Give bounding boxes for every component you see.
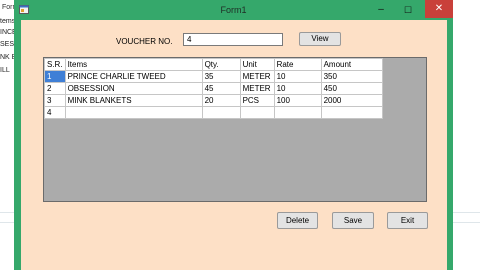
cell-sr[interactable]: 3: [44, 94, 66, 107]
column-header-qty[interactable]: Qty.: [201, 58, 241, 71]
column-header-items[interactable]: Items: [64, 58, 203, 71]
divider: [452, 222, 480, 223]
title-bar[interactable]: Form1 – ☐ ✕: [14, 0, 453, 20]
cell-unit[interactable]: METER: [239, 70, 275, 83]
maximize-button[interactable]: ☐: [400, 3, 416, 17]
cell-rate[interactable]: [273, 106, 322, 119]
cell-amount[interactable]: 450: [320, 82, 383, 95]
cell-rate[interactable]: 10: [273, 82, 322, 95]
cell-item[interactable]: MINK BLANKETS: [64, 94, 203, 107]
background-item: tems: [0, 18, 16, 25]
cell-item[interactable]: OBSESSION: [64, 82, 203, 95]
cell-rate[interactable]: 10: [273, 70, 322, 83]
minimize-button[interactable]: –: [373, 3, 389, 17]
form-window: Form1 – ☐ ✕ VOUCHER NO. 4 View S.R. Item…: [14, 0, 453, 270]
view-button[interactable]: View: [299, 32, 341, 46]
exit-button[interactable]: Exit: [387, 212, 428, 229]
cell-unit[interactable]: METER: [239, 82, 275, 95]
cell-qty[interactable]: 20: [201, 94, 241, 107]
cell-rate[interactable]: 100: [273, 94, 322, 107]
background-item: ILL: [0, 67, 10, 74]
column-header-amount[interactable]: Amount: [320, 58, 383, 71]
cell-qty[interactable]: 45: [201, 82, 241, 95]
column-header-unit[interactable]: Unit: [239, 58, 275, 71]
voucher-label: VOUCHER NO.: [116, 37, 173, 46]
cell-unit[interactable]: PCS: [239, 94, 275, 107]
cell-unit[interactable]: [239, 106, 275, 119]
cell-amount[interactable]: 350: [320, 70, 383, 83]
cell-sr[interactable]: 2: [44, 82, 66, 95]
cell-amount[interactable]: [320, 106, 383, 119]
cell-sr[interactable]: 1: [44, 70, 66, 83]
column-header-sr[interactable]: S.R.: [44, 58, 66, 71]
items-grid[interactable]: S.R. Items Qty. Unit Rate Amount 1 PRINC…: [43, 57, 427, 202]
cell-sr[interactable]: 4: [44, 106, 66, 119]
table-row[interactable]: 2 OBSESSION 45 METER 10 450: [44, 82, 383, 95]
cell-qty[interactable]: 35: [201, 70, 241, 83]
delete-button[interactable]: Delete: [277, 212, 318, 229]
form-client-area: VOUCHER NO. 4 View S.R. Items Qty. Unit …: [21, 20, 447, 270]
cell-item[interactable]: PRINCE CHARLIE TWEED: [64, 70, 203, 83]
save-button[interactable]: Save: [332, 212, 374, 229]
voucher-input[interactable]: 4: [183, 33, 283, 46]
cell-amount[interactable]: 2000: [320, 94, 383, 107]
table-row[interactable]: 1 PRINCE CHARLIE TWEED 35 METER 10 350: [44, 70, 383, 83]
items-table: S.R. Items Qty. Unit Rate Amount 1 PRINC…: [44, 58, 383, 119]
divider: [452, 212, 480, 213]
cell-item[interactable]: [64, 106, 203, 119]
table-row[interactable]: 3 MINK BLANKETS 20 PCS 100 2000: [44, 94, 383, 107]
close-button[interactable]: ✕: [425, 0, 453, 18]
column-header-rate[interactable]: Rate: [273, 58, 322, 71]
background-area-right: [452, 0, 480, 270]
cell-qty[interactable]: [201, 106, 241, 119]
header-row: S.R. Items Qty. Unit Rate Amount: [44, 58, 383, 71]
table-row[interactable]: 4: [44, 106, 383, 119]
